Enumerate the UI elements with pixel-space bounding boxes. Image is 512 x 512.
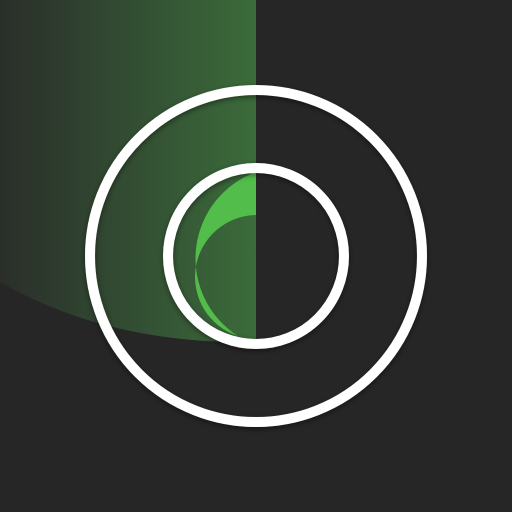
- radar-scanner-icon: [0, 0, 512, 512]
- radar-sweep-beam: [0, 0, 256, 343]
